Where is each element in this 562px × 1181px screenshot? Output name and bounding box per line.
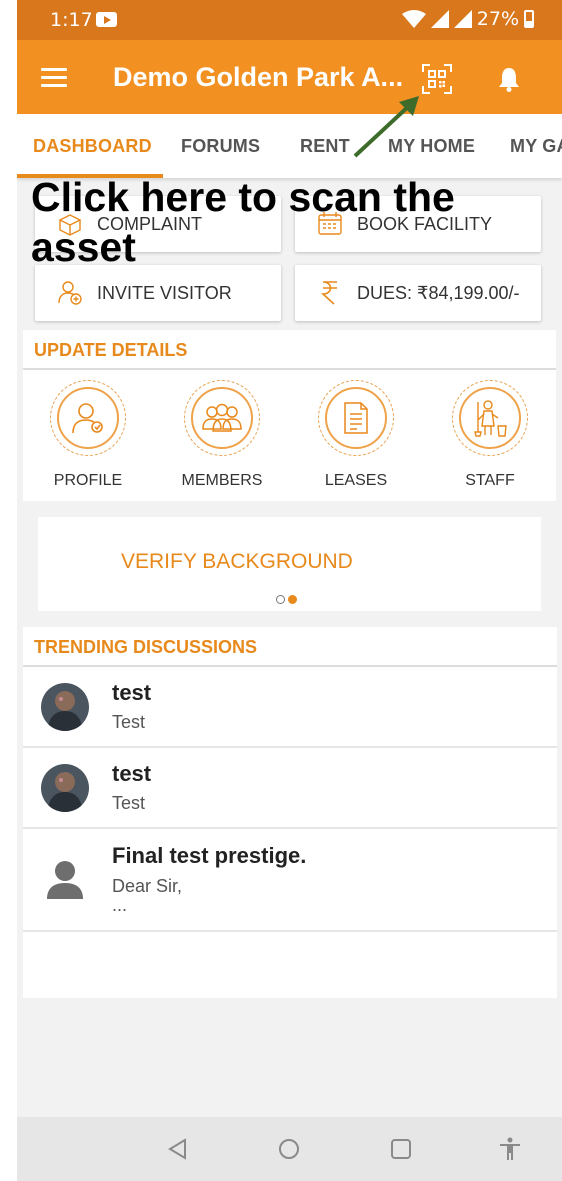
discussion-subtitle: Test [112,712,146,732]
members-button[interactable]: MEMBERS [167,380,277,490]
leases-button[interactable]: LEASES [301,380,411,490]
tab-bar: DASHBOARD FORUMS RENT MY HOME MY GA [17,114,562,178]
discussion-item[interactable]: test Test [23,748,557,829]
discussion-title: test [112,761,152,786]
battery-icon [524,10,534,28]
profile-icon [72,403,103,434]
update-details-header: UPDATE DETAILS [23,330,556,370]
back-icon[interactable] [165,1136,191,1162]
leases-label: LEASES [324,472,388,489]
invite-visitor-button[interactable]: INVITE VISITOR [35,265,281,321]
staff-icon [474,400,507,437]
lease-document-icon [344,402,368,434]
app-bar: Demo Golden Park A... [17,40,562,114]
default-user-icon [47,861,83,899]
tab-rent[interactable]: RENT [300,136,350,157]
trending-discussions-header: TRENDING DISCUSSIONS [23,627,557,667]
profile-label: PROFILE [53,472,123,489]
rupee-icon [320,281,337,305]
staff-button[interactable]: STAFF [435,380,545,490]
tab-forums[interactable]: FORUMS [181,136,260,157]
qr-scan-icon[interactable] [422,64,452,94]
members-icon [202,403,242,432]
signal-icon-2 [453,10,472,28]
discussion-subtitle: Dear Sir, [112,876,183,896]
discussion-subtitle: Test [112,793,146,813]
profile-button[interactable]: PROFILE [33,380,143,490]
battery-percent: 27% [476,8,519,30]
carousel-dot [276,595,285,604]
trending-discussions-panel: TRENDING DISCUSSIONS test Test test Test [23,627,557,998]
discussion-title: Final test prestige. [112,843,307,868]
discussion-more: ... [112,895,128,915]
menu-icon[interactable] [41,68,67,87]
phone-screen: 1:17 27% Demo Golden Park A... DASHBOARD [17,0,562,1181]
discussion-title: test [112,680,152,705]
avatar [41,683,89,731]
avatar [41,764,89,812]
staff-label: STAFF [465,472,515,489]
signal-icon [430,10,449,28]
verify-background-banner[interactable]: VERIFY BACKGROUND [38,517,541,611]
invite-visitor-icon [58,281,82,305]
verify-background-text: VERIFY BACKGROUND [121,550,353,573]
carousel-dot-active [288,595,297,604]
wifi-icon [401,10,426,28]
members-label: MEMBERS [181,472,263,489]
home-icon[interactable] [276,1136,302,1162]
carousel-indicator [276,595,297,604]
status-indicators: 27% [401,8,534,30]
discussion-item[interactable]: Final test prestige. Dear Sir, ... [23,829,557,932]
status-bar: 1:17 27% [17,0,562,40]
status-time: 1:17 [50,9,93,31]
annotation-arrow-icon [353,96,419,158]
dues-label: DUES: ₹84,199.00/- [357,283,520,303]
discussion-item[interactable]: test Test [23,667,557,748]
recents-icon[interactable] [388,1136,414,1162]
tab-my-ga[interactable]: MY GA [510,136,562,157]
scan-hint-annotation: Click here to scan the asset [31,174,455,270]
tab-dashboard[interactable]: DASHBOARD [33,136,152,157]
youtube-notification-icon [96,12,117,27]
accessibility-icon[interactable] [497,1136,523,1162]
invite-visitor-label: INVITE VISITOR [97,283,232,303]
system-nav-bar [17,1117,562,1181]
notification-bell-icon[interactable] [497,66,521,92]
app-title: Demo Golden Park A... [113,62,404,92]
dues-button[interactable]: DUES: ₹84,199.00/- [295,265,541,321]
update-details-panel: UPDATE DETAILS PROFILE MEMBERS LEASES ST… [23,330,556,501]
